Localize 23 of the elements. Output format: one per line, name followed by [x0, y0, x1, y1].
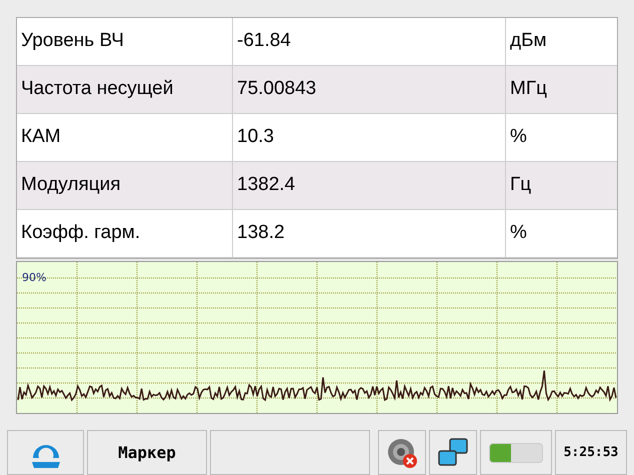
marker-button[interactable]: Маркер [87, 430, 207, 475]
parameter-label: Коэфф. гарм. [17, 210, 233, 257]
parameter-value: 138.2 [233, 210, 506, 257]
sound-button[interactable] [378, 430, 426, 475]
clock: 5:25:53 [555, 430, 627, 475]
parameter-unit: Гц [509, 173, 532, 198]
home-button[interactable] [7, 430, 84, 475]
parameter-label: Уровень ВЧ [17, 18, 233, 65]
network-button[interactable] [429, 430, 477, 475]
parameter-value: 10.3 [233, 114, 506, 161]
parameter-label: Модуляция [17, 162, 233, 209]
parameter-value: 75.00843 [233, 66, 506, 113]
parameter-value: -61.84 [233, 18, 506, 65]
parameter-unit: % [509, 125, 528, 150]
parameter-value: 1382.4 [233, 162, 506, 209]
parameter-unit: МГц [509, 77, 548, 102]
axis-label: 90% [22, 270, 46, 286]
network-icon [437, 436, 469, 468]
parameter-unit: дБм [509, 29, 548, 54]
parameter-unit: % [509, 221, 528, 246]
parameter-label: КАМ [17, 114, 233, 161]
battery-icon [489, 442, 543, 462]
parameter-label: Частота несущей [17, 66, 233, 113]
